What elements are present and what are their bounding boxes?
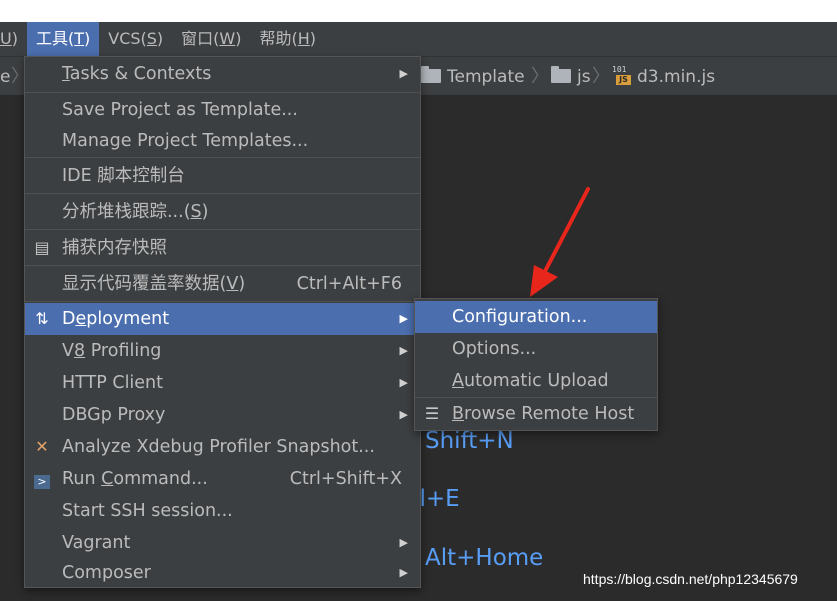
submenu-arrow-icon: ▶ — [399, 566, 408, 579]
menu-item-run-command[interactable]: > Run Command... Ctrl+Shift+X — [25, 463, 420, 495]
submenu-arrow-icon: ▶ — [399, 536, 408, 549]
memory-snapshot-icon: ▤ — [34, 238, 50, 257]
folder-icon — [421, 66, 441, 83]
menu-item-browse-remote-host[interactable]: ☰ Browse Remote Host — [415, 399, 657, 429]
menu-item-analyze-stacktrace[interactable]: 分析堆栈跟踪...(S) — [25, 195, 420, 229]
menu-item-options[interactable]: Options... — [415, 333, 657, 365]
menu-item-save-project-template[interactable]: Save Project as Template... — [25, 93, 420, 127]
js-file-icon: 101 JS — [612, 65, 632, 87]
menu-help[interactable]: 帮助(H) — [251, 22, 326, 56]
submenu-arrow-icon: ▶ — [399, 376, 408, 389]
menu-item-analyze-xdebug[interactable]: ✕ Analyze Xdebug Profiler Snapshot... — [25, 431, 420, 463]
menu-separator — [25, 193, 420, 194]
deployment-submenu: Configuration... Options... Automatic Up… — [414, 298, 658, 431]
shortcut-label: Ctrl+Alt+F6 — [296, 274, 402, 294]
menu-separator — [25, 157, 420, 158]
watermark-url: https://blog.csdn.net/php12345679 — [583, 571, 798, 587]
server-stack-icon: ☰ — [424, 404, 440, 423]
hint-shortcut: Shift+N — [425, 428, 514, 454]
menu-bar: U) 工具(T) VCS(S) 窗口(W) 帮助(H) — [0, 22, 837, 56]
submenu-arrow-icon: ▶ — [399, 344, 408, 357]
menu-item-show-coverage-data[interactable]: 显示代码覆盖率数据(V) Ctrl+Alt+F6 — [25, 267, 420, 301]
menu-item-tasks-contexts[interactable]: Tasks & Contexts ▶ — [25, 57, 420, 91]
menu-item-dbgp-proxy[interactable]: DBGp Proxy ▶ — [25, 399, 420, 431]
menu-item-manage-project-templates[interactable]: Manage Project Templates... — [25, 125, 420, 157]
menu-item-automatic-upload[interactable]: Automatic Upload — [415, 365, 657, 397]
menu-partial[interactable]: U) — [0, 22, 27, 56]
breadcrumb-separator-icon: 〉 — [592, 66, 610, 87]
xdebug-cross-icon: ✕ — [35, 437, 49, 456]
menu-vcs[interactable]: VCS(S) — [99, 22, 172, 56]
menu-separator — [415, 397, 657, 398]
menu-window[interactable]: 窗口(W) — [172, 22, 250, 56]
menu-item-ide-script-console[interactable]: IDE 脚本控制台 — [25, 159, 420, 193]
menu-item-capture-memory-snapshot[interactable]: ▤ 捕获内存快照 — [25, 231, 420, 265]
menu-item-vagrant[interactable]: Vagrant ▶ — [25, 527, 420, 559]
menu-item-http-client[interactable]: HTTP Client ▶ — [25, 367, 420, 399]
menu-item-configuration[interactable]: Configuration... — [415, 301, 657, 333]
menu-tools[interactable]: 工具(T) — [26, 22, 100, 56]
menu-separator — [25, 265, 420, 266]
terminal-icon: > — [31, 463, 53, 495]
top-strip — [0, 0, 837, 22]
tools-menu: Tasks & Contexts ▶ Save Project as Templ… — [24, 56, 421, 588]
submenu-arrow-icon: ▶ — [399, 67, 408, 80]
menu-separator — [25, 229, 420, 230]
submenu-arrow-icon: ▶ — [399, 408, 408, 421]
menu-item-composer[interactable]: Composer ▶ — [25, 559, 420, 587]
submenu-arrow-icon: ▶ — [399, 312, 408, 325]
menu-item-deployment[interactable]: ⇅ Deployment ▶ — [25, 303, 420, 335]
breadcrumb-item-template[interactable]: Template — [421, 57, 525, 97]
breadcrumb-item-partial[interactable]: e — [0, 57, 10, 97]
menu-separator — [25, 301, 420, 302]
menu-item-start-ssh[interactable]: Start SSH session... — [25, 495, 420, 527]
folder-icon — [551, 66, 571, 83]
breadcrumb-item-file[interactable]: 101 JS d3.min.js — [612, 57, 715, 97]
menu-item-v8-profiling[interactable]: V8 Profiling ▶ — [25, 335, 420, 367]
breadcrumb-item-js[interactable]: js — [551, 57, 591, 97]
annotation-arrow-icon — [530, 187, 590, 297]
hint-shortcut: Alt+Home — [425, 545, 544, 571]
deployment-updown-icon: ⇅ — [35, 309, 49, 328]
shortcut-label: Ctrl+Shift+X — [289, 469, 402, 489]
breadcrumb-separator-icon: 〉 — [531, 66, 549, 87]
